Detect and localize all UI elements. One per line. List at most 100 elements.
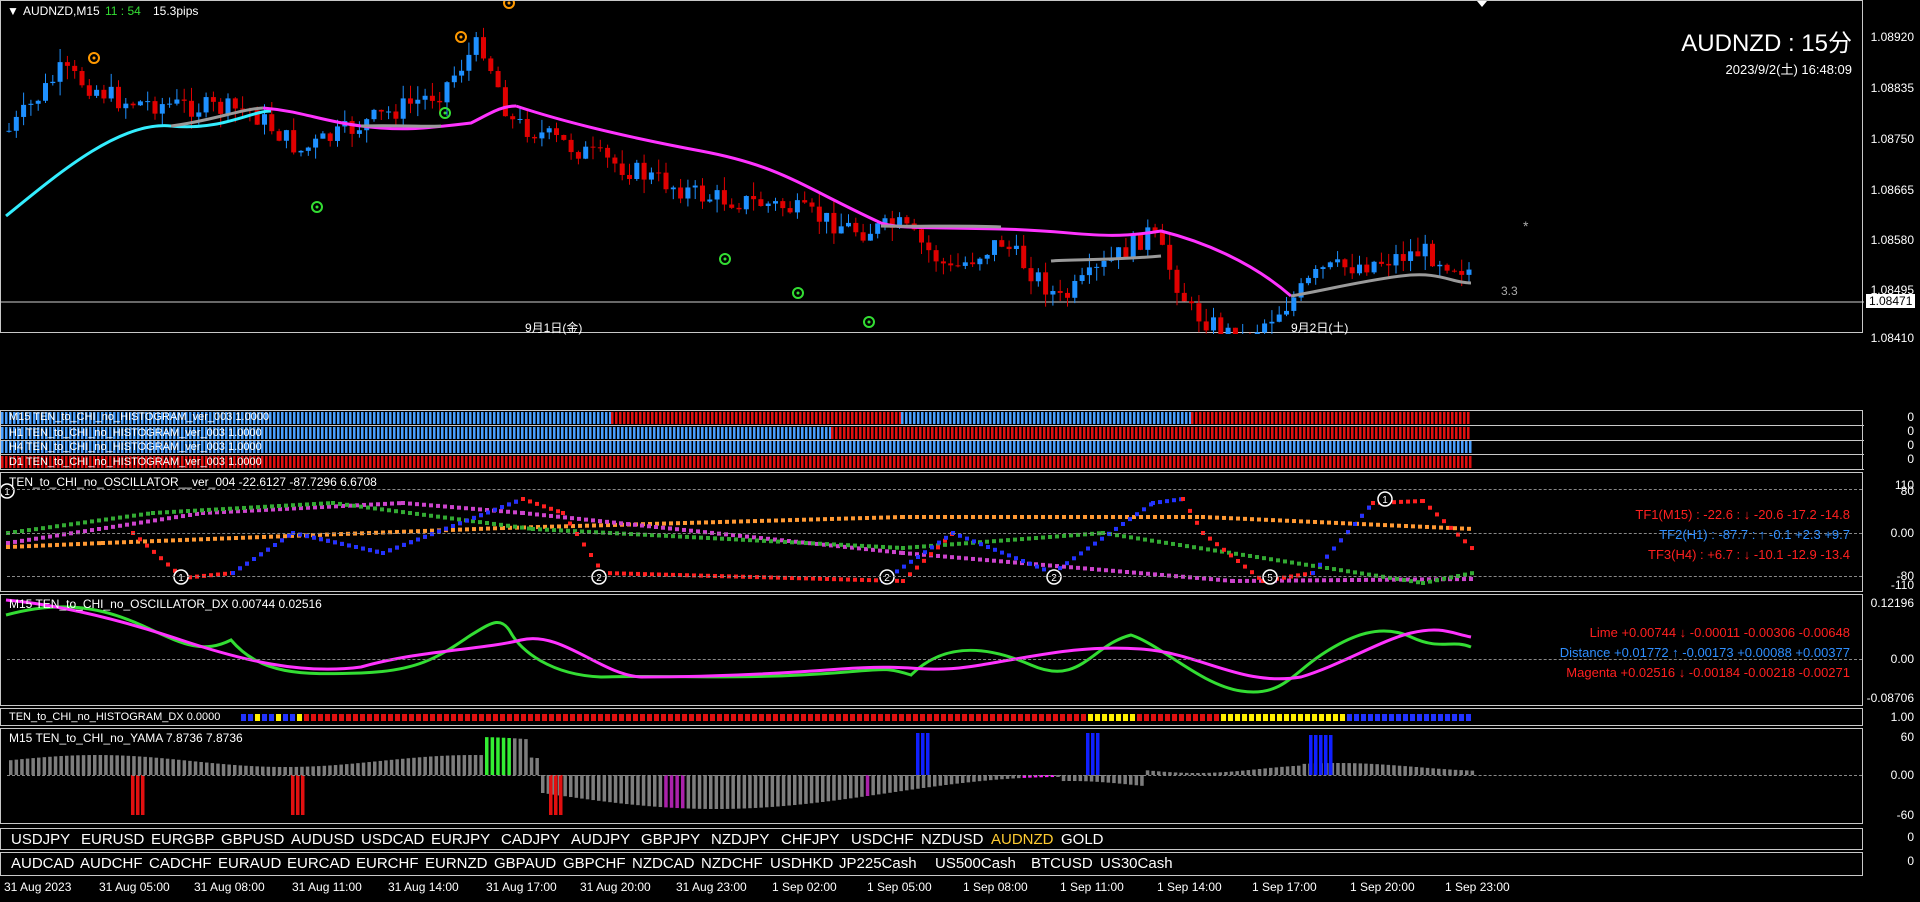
osc-dot: [1006, 515, 1010, 519]
osc-dot: [1083, 566, 1087, 571]
symbol-button-usdhkd[interactable]: USDHKD: [770, 855, 833, 872]
symbol-button-eurgbp[interactable]: EURGBP: [151, 831, 214, 848]
time-axis[interactable]: 31 Aug 2023 31 Aug 05:00 31 Aug 08:00 31 Au…: [0, 876, 1863, 902]
symbol-button-gbpchf[interactable]: GBPCHF: [563, 855, 626, 872]
osc-dot: [1313, 519, 1317, 524]
osc-dot: [185, 537, 189, 542]
symbol-button-audchf[interactable]: AUDCHF: [80, 855, 143, 872]
osc-dot: [436, 514, 440, 519]
yama-bar: [815, 775, 819, 803]
histogram-bar: [361, 412, 364, 424]
histogram-bar: [265, 427, 268, 439]
dx-oscillator-panel[interactable]: M15 TEN_to_CHI_no_OSCILLATOR_DX 0.00744 …: [0, 594, 1863, 706]
histogram-bar: [661, 456, 664, 468]
yama-bar: [233, 764, 237, 775]
symbol-button-usdjpy[interactable]: USDJPY: [11, 831, 70, 848]
histogram-bar: [1171, 427, 1174, 439]
symbol-button-us500cash[interactable]: US500Cash: [935, 855, 1016, 872]
osc-dot: [1318, 562, 1322, 567]
symbol-button-us30cash[interactable]: US30Cash: [1100, 855, 1173, 872]
symbol-button-eurusd[interactable]: EURUSD: [81, 831, 144, 848]
histogram-bar: [1441, 456, 1444, 468]
hist-dx-panel[interactable]: TEN_to_CHI_no_HISTOGRAM_DX 0.0000: [0, 708, 1863, 726]
symbol-button-nzdjpy[interactable]: NZDJPY: [711, 831, 769, 848]
symbol-button-gbpjpy[interactable]: GBPJPY: [641, 831, 700, 848]
chart-menu-icon[interactable]: ▼: [7, 4, 19, 18]
yama-bar: [182, 760, 187, 775]
symbol-button-cadchf[interactable]: CADCHF: [149, 855, 212, 872]
symbol-button-nzdcad[interactable]: NZDCAD: [632, 855, 695, 872]
mtf-histogram-panel[interactable]: M15 TEN_to_CHI_no_HISTOGRAM_ver_003 1.00…: [0, 410, 1864, 470]
yama-bar: [126, 755, 131, 775]
symbol-button-chfjpy[interactable]: CHFJPY: [781, 831, 839, 848]
symbol-button-eurchf[interactable]: EURCHF: [356, 855, 419, 872]
osc-dot: [157, 538, 161, 543]
histogram-bar: [1303, 427, 1306, 439]
candle-body: [335, 126, 340, 141]
histogram-bar: [349, 441, 352, 453]
histogram-bar: [497, 441, 500, 453]
candle-body: [846, 222, 851, 227]
histogram-bar: [305, 427, 308, 439]
histogram-bar: [609, 427, 612, 439]
yama-panel[interactable]: M15 TEN_to_CHI_no_YAMA 7.8736 7.8736: [0, 728, 1863, 824]
osc-dot: [1421, 581, 1425, 585]
symbol-button-audjpy[interactable]: AUDJPY: [571, 831, 630, 848]
histogram-bar: [701, 456, 704, 468]
symbol-button-gbpusd[interactable]: GBPUSD: [221, 831, 284, 848]
histogram-bar: [1325, 456, 1328, 468]
osc-dot: [415, 511, 419, 516]
symbol-button-nzdchf[interactable]: NZDCHF: [701, 855, 763, 872]
osc-dot: [492, 521, 496, 526]
symbol-button-audnzd[interactable]: AUDNZD: [991, 831, 1054, 848]
symbol-button-audusd[interactable]: AUDUSD: [291, 831, 354, 848]
histogram-bar: [861, 441, 864, 453]
symbol-button-usdchf[interactable]: USDCHF: [851, 831, 914, 848]
histogram-bar: [333, 412, 336, 424]
symbol-button-audcad[interactable]: AUDCAD: [11, 855, 74, 872]
symbol-button-gbpaud[interactable]: GBPAUD: [494, 855, 556, 872]
histogram-bar: [1267, 427, 1270, 439]
symbol-button-usdcad[interactable]: USDCAD: [361, 831, 424, 848]
symbol-button-nzdusd[interactable]: NZDUSD: [921, 831, 984, 848]
symbol-button-jp225cash[interactable]: JP225Cash: [839, 855, 917, 872]
histogram-bar: [1301, 441, 1304, 453]
osc-dot: [401, 510, 405, 515]
osc-dot: [1172, 498, 1176, 503]
histogram-bar: [481, 412, 484, 424]
histogram-bar: [1045, 412, 1048, 424]
histogram-bar: [389, 441, 392, 453]
osc-dot: [139, 520, 143, 525]
histogram-bar: [1457, 456, 1460, 468]
candle-body: [1130, 233, 1136, 258]
yama-bar: [647, 775, 651, 807]
hist-dx-bar: [458, 714, 463, 721]
symbol-button-eurcad[interactable]: EURCAD: [287, 855, 350, 872]
histogram-bar: [1013, 456, 1016, 468]
osc-dot: [1076, 565, 1080, 570]
symbol-button-eurjpy[interactable]: EURJPY: [431, 831, 490, 848]
price-chart-panel[interactable]: ** ▼ AUDNZD,M15 11 : 54 15.3pips AUDNZD …: [0, 0, 1864, 335]
symbol-button-eurnzd[interactable]: EURNZD: [425, 855, 488, 872]
histogram-bar: [461, 427, 464, 439]
yama-bar: [485, 737, 489, 775]
histogram-bar: [481, 456, 484, 468]
symbol-button-euraud[interactable]: EURAUD: [218, 855, 281, 872]
histogram-bar: [1161, 456, 1164, 468]
osc-dot: [146, 511, 150, 516]
histogram-bar: [1035, 427, 1038, 439]
osc-dot: [811, 541, 815, 546]
histogram-bar: [1175, 427, 1178, 439]
symbol-button-cadjpy[interactable]: CADJPY: [501, 831, 560, 848]
histogram-bar: [409, 456, 412, 468]
histogram-bar: [751, 412, 754, 424]
candle-body: [561, 135, 567, 140]
symbol-button-btcusd[interactable]: BTCUSD: [1031, 855, 1093, 872]
yama-bar: [837, 775, 842, 800]
oscillator-panel[interactable]: 1122251 TEN_to_CHI_no_OSCILLATOR__ver_00…: [0, 472, 1863, 592]
osc-dot: [823, 517, 827, 522]
price-axis[interactable]: 1.08920 1.08835 1.08750 1.08665 1.08580 …: [1864, 0, 1920, 345]
symbol-button-gold[interactable]: GOLD: [1061, 831, 1104, 848]
histogram-bar: [549, 441, 552, 453]
histogram-bar: [1315, 427, 1318, 439]
